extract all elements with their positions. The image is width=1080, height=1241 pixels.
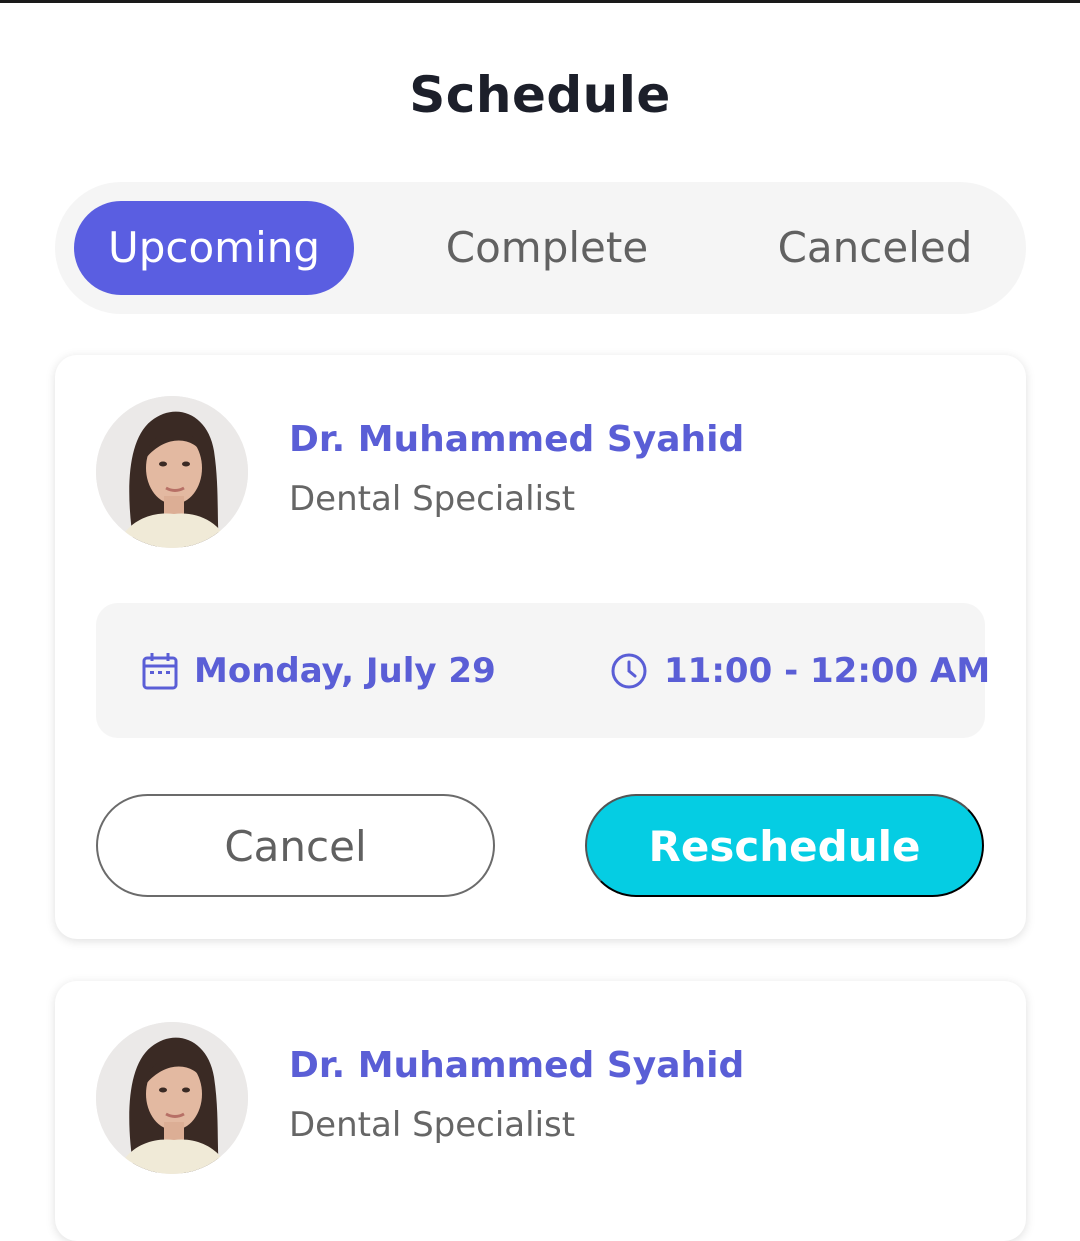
doctor-name: Dr. Muhammed Syahid <box>289 419 745 460</box>
appointment-time-text: 11:00 - 12:00 AM <box>664 650 991 691</box>
appointment-time: 11:00 - 12:00 AM <box>610 603 990 738</box>
reschedule-button[interactable]: Reschedule <box>585 794 984 897</box>
tab-complete[interactable]: Complete <box>423 201 671 295</box>
calendar-icon <box>142 652 178 689</box>
tab-upcoming[interactable]: Upcoming <box>74 201 354 295</box>
appointment-time-box: Monday, July 29 11:00 - 12:00 AM <box>96 603 990 738</box>
page-title: Schedule <box>409 66 671 124</box>
doctor-avatar <box>96 396 248 548</box>
status-bar-edge <box>0 0 1080 3</box>
appointment-date-text: Monday, July 29 <box>194 650 496 691</box>
appointment-date: Monday, July 29 <box>142 603 496 738</box>
cancel-button[interactable]: Cancel <box>96 794 495 897</box>
schedule-tabs: Upcoming Complete Canceled <box>55 182 1026 314</box>
appointment-card[interactable]: Dr. Muhammed Syahid Dental Specialist Mo… <box>55 355 1026 939</box>
appointment-card[interactable]: Dr. Muhammed Syahid Dental Specialist <box>55 981 1026 1241</box>
clock-icon <box>611 653 647 688</box>
tab-canceled[interactable]: Canceled <box>760 201 990 295</box>
doctor-specialty: Dental Specialist <box>289 1105 576 1145</box>
doctor-specialty: Dental Specialist <box>289 479 576 519</box>
doctor-avatar <box>96 1022 248 1174</box>
doctor-name: Dr. Muhammed Syahid <box>289 1045 745 1086</box>
